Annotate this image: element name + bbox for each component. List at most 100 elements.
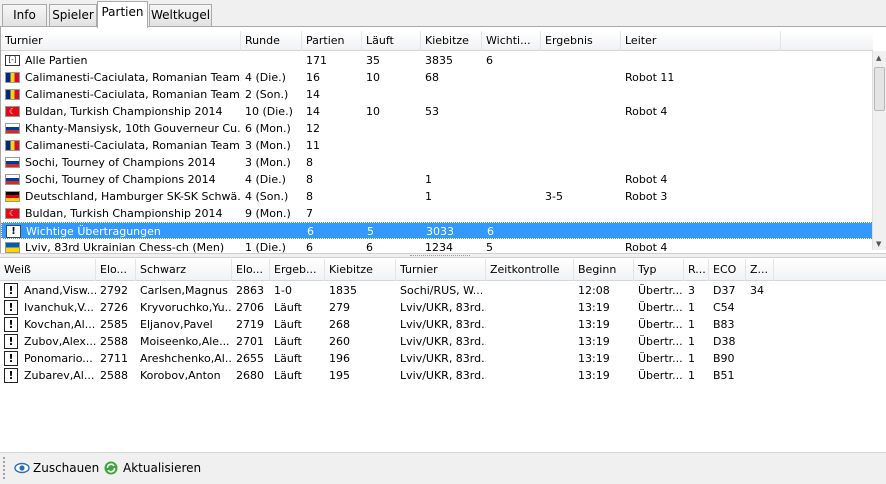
column-running[interactable]: Läuft <box>362 31 421 51</box>
scrollbar-thumb[interactable] <box>874 67 885 111</box>
column-game-kibitzers[interactable]: Kiebitze <box>325 259 396 281</box>
tournament-row[interactable]: Sochi, Tourney of Champions 2014 3 (Mon.)… <box>1 154 873 171</box>
game-row[interactable]: ! Zubarev,Al... 2588 Korobov,Anton 2680 Läuft… <box>0 367 774 384</box>
tab-globe[interactable]: Weltkugel <box>149 4 212 26</box>
cell-tournaments-name: Calimanesti-Caciulata, Romanian Team... <box>25 139 241 152</box>
cell-tournament: Lviv/UKR, 83rd... <box>400 318 486 331</box>
tab-info[interactable]: Info <box>2 4 47 26</box>
cell-white-elo: 2585 <box>100 318 128 331</box>
cell-white-elo: 2588 <box>100 335 128 348</box>
tournament-row[interactable]: Deutschland, Hamburger SK-SK Schwä... 4 (… <box>1 188 873 205</box>
tab-games[interactable]: Partien <box>97 1 148 28</box>
cell-kibitzers: 1 <box>425 173 432 186</box>
cell-type: Übertr... <box>638 318 683 331</box>
cell-running <box>366 86 421 103</box>
cell-important <box>486 188 541 205</box>
game-row[interactable]: ! Anand,Visw... 2792 Carlsen,Magnus 2863 1-0 1… <box>0 282 774 299</box>
tournament-row[interactable]: Calimanesti-Caciulata, Romanian Team... 4… <box>1 69 873 86</box>
cell-result: Läuft <box>274 352 302 365</box>
cell-leader: Robot 3 <box>625 190 668 203</box>
cell-running <box>366 171 421 188</box>
column-games[interactable]: Partien <box>302 31 362 51</box>
column-kibitzers[interactable]: Kiebitze <box>421 31 482 51</box>
cell-black: Carlsen,Magnus <box>140 284 228 297</box>
cell-black-elo: 2680 <box>236 369 264 382</box>
column-game-round[interactable]: R... <box>684 259 709 281</box>
cell-games: 8 <box>306 156 313 169</box>
tournament-scrollbar[interactable]: ▲ ▼ <box>872 51 886 250</box>
column-eco[interactable]: ECO <box>709 259 746 281</box>
cell-important <box>486 103 541 120</box>
cell-round: 3 <box>688 284 695 297</box>
toolbar-grip[interactable] <box>3 457 6 479</box>
column-black-elo[interactable]: Elo... <box>232 259 270 281</box>
cell-round <box>245 52 302 69</box>
cell-tournaments-name: Calimanesti-Caciulata, Romanian Team... <box>25 71 241 84</box>
cell-start: 13:19 <box>578 369 610 382</box>
cell-round: 1 <box>688 301 695 314</box>
cell-moves <box>750 367 774 384</box>
tournament-table-header: Turnier Runde Partien Läuft Kiebitze Wic… <box>1 31 873 51</box>
tournament-row[interactable]: Sochi, Tourney of Champions 2014 4 (Die.)… <box>1 171 873 188</box>
tournament-row[interactable]: ☾ Buldan, Turkish Championship 2014 9 (Mon… <box>1 205 873 222</box>
column-game-tournament[interactable]: Turnier <box>396 259 486 281</box>
column-black[interactable]: Schwarz <box>136 259 232 281</box>
cell-round: 4 (Son.) <box>245 190 289 203</box>
tournament-row[interactable]: [-] Alle Partien 171 35 3835 6 <box>1 52 873 69</box>
cell-kibitzers: 260 <box>329 335 350 348</box>
flag-ro-icon <box>5 89 20 100</box>
game-row[interactable]: ! Ivanchuk,V... 2726 Kryvoruchko,Yu... 2706 L… <box>0 299 774 316</box>
cell-round: 9 (Mon.) <box>245 207 291 220</box>
eye-icon <box>14 462 30 474</box>
cell-eco: B51 <box>713 369 735 382</box>
cell-important <box>486 137 541 154</box>
watch-button[interactable]: Zuschauen <box>14 459 99 477</box>
column-type[interactable]: Typ <box>634 259 684 281</box>
column-round[interactable]: Runde <box>241 31 302 51</box>
cell-time-control <box>490 282 574 299</box>
cell-tournament: Lviv/UKR, 83rd... <box>400 301 486 314</box>
cell-moves <box>750 333 774 350</box>
cell-result <box>545 154 621 171</box>
refresh-button[interactable]: Aktualisieren <box>104 459 201 477</box>
tournament-row[interactable]: Khanty-Mansiysk, 10th Gouverneur Cu... 6 … <box>1 120 873 137</box>
column-important[interactable]: Wichti... <box>482 31 541 51</box>
column-game-result[interactable]: Ergeb... <box>270 259 325 281</box>
cell-black: Korobov,Anton <box>140 369 221 382</box>
game-row[interactable]: ! Ponomario... 2711 Areshchenko,Al... 2655 Lä… <box>0 350 774 367</box>
game-row[interactable]: ! Kovchan,Al... 2585 Eljanov,Pavel 2719 Läuft… <box>0 316 774 333</box>
game-row[interactable]: ! Zubov,Alex... 2588 Moiseenko,Ale... 2701 Lä… <box>0 333 774 350</box>
cell-running: 5 <box>367 225 374 238</box>
column-start[interactable]: Beginn <box>574 259 634 281</box>
cell-white-elo: 2711 <box>100 352 128 365</box>
cell-black: Kryvoruchko,Yu... <box>140 301 232 314</box>
column-white-elo[interactable]: Elo... <box>96 259 136 281</box>
column-result[interactable]: Ergebnis <box>541 31 621 51</box>
tournament-row[interactable]: ☾ Buldan, Turkish Championship 2014 10 (Di… <box>1 103 873 120</box>
cell-round: 1 <box>688 335 695 348</box>
cell-type: Übertr... <box>638 335 683 348</box>
tournament-row[interactable]: ! Wichtige Übertragungen 6 5 3033 6 <box>1 222 873 239</box>
cell-leader: Robot 4 <box>625 173 668 186</box>
flag-ru-icon <box>5 123 20 134</box>
column-time-control[interactable]: Zeitkontrolle <box>486 259 574 281</box>
cell-important <box>486 120 541 137</box>
important-icon: ! <box>4 368 18 383</box>
tournament-row[interactable]: Calimanesti-Caciulata, Romanian Team... 3… <box>1 137 873 154</box>
cell-eco: D38 <box>713 335 736 348</box>
column-leader[interactable]: Leiter <box>621 31 781 51</box>
cell-tournaments-name: Calimanesti-Caciulata, Romanian Team... <box>25 88 241 101</box>
cell-moves <box>750 299 774 316</box>
cell-round: 3 (Mon.) <box>245 139 291 152</box>
cell-running <box>366 120 421 137</box>
column-white[interactable]: Weiß <box>0 259 96 281</box>
flag-ua-icon <box>5 242 20 253</box>
games-table-header: Weiß Elo... Schwarz Elo... Ergeb... Kieb… <box>0 259 886 281</box>
tournament-row[interactable]: Calimanesti-Caciulata, Romanian Team... 2… <box>1 86 873 103</box>
tab-players[interactable]: Spieler <box>49 4 97 26</box>
column-tournament[interactable]: Turnier <box>1 31 241 51</box>
cell-kibitzers <box>425 205 482 222</box>
cell-leader <box>625 137 781 154</box>
column-moves[interactable]: Z... <box>746 259 774 281</box>
cell-tournaments-name: Buldan, Turkish Championship 2014 <box>25 105 223 118</box>
